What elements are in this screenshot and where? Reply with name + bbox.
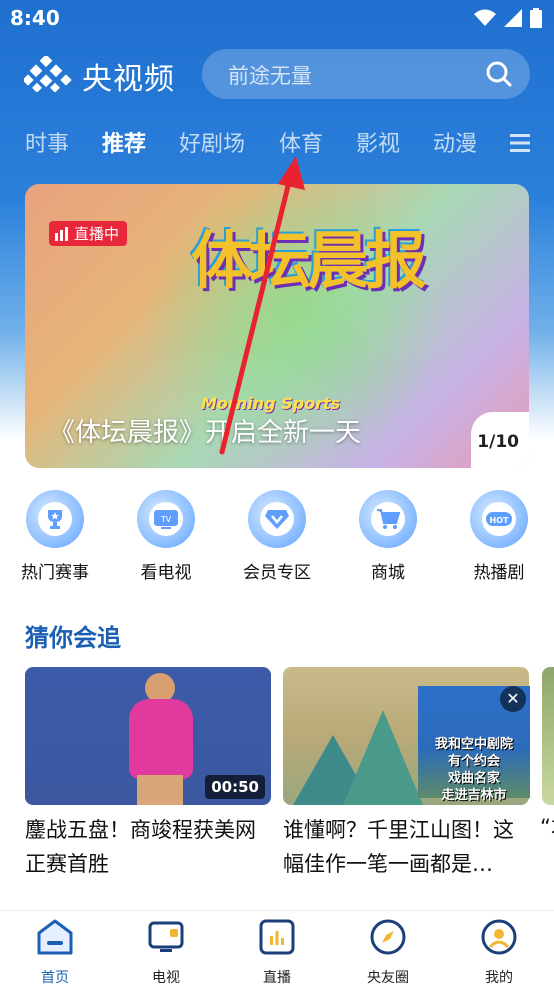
banner-caption: 《体坛晨报》开启全新一天 — [49, 418, 362, 448]
wifi-icon — [474, 9, 496, 26]
shortcut-hot-drama[interactable]: HOT 热播剧 — [444, 490, 554, 583]
shortcut-row: 热门赛事 TV 看电视 会员专区 商城 HOT 热播剧 — [0, 490, 554, 590]
search-placeholder: 前途无量 — [228, 64, 312, 88]
painting-mountain — [343, 710, 423, 805]
pager-text: 1/10 — [477, 432, 519, 452]
signal-icon — [504, 9, 522, 27]
nav-label: 我的 — [485, 970, 513, 984]
hot-badge: HOT — [490, 516, 509, 525]
tab-recommend[interactable]: 推荐 — [102, 126, 146, 158]
nav-tv[interactable]: 电视 — [121, 919, 211, 984]
close-icon[interactable]: ✕ — [500, 686, 526, 712]
ad-line: 走进吉林市 — [441, 788, 507, 803]
ad-line: 戏曲名家 — [447, 771, 500, 786]
ad-line: 我和空中剧院 — [434, 737, 513, 752]
section-title: 猜你会追 — [25, 624, 121, 652]
video-duration: 00:50 — [205, 775, 265, 799]
bottom-navigation: 首页 电视 直播 央友圈 我的 — [0, 910, 554, 984]
nav-friends-circle[interactable]: 央友圈 — [343, 919, 433, 984]
status-icons — [474, 8, 542, 28]
search-input[interactable]: 前途无量 — [202, 49, 530, 99]
shortcut-vip-zone[interactable]: 会员专区 — [222, 490, 332, 583]
tv-icon: TV — [137, 490, 195, 548]
shortcut-label: 看电视 — [140, 563, 192, 583]
shortcut-label: 会员专区 — [243, 563, 311, 583]
live-badge-label: 直播中 — [74, 225, 120, 243]
app-name: 央视频 — [82, 62, 175, 97]
nav-label: 央友圈 — [367, 970, 409, 984]
app-header: 央视频 前途无量 — [0, 46, 554, 102]
shortcut-mall[interactable]: 商城 — [333, 490, 443, 583]
banner-pager: 1/10 — [471, 412, 529, 468]
trophy-icon — [26, 490, 84, 548]
hot-flame-icon: HOT — [470, 490, 528, 548]
app-logo-icon — [24, 56, 72, 92]
tab-drama-theater[interactable]: 好剧场 — [179, 126, 245, 158]
tab-sports[interactable]: 体育 — [279, 126, 323, 158]
vip-diamond-icon — [248, 490, 306, 548]
shortcut-label: 热播剧 — [473, 563, 525, 583]
category-tabs: 时事 推荐 好剧场 体育 影视 动漫 — [0, 120, 554, 164]
video-card-partial[interactable] — [542, 667, 554, 805]
live-badge: 直播中 — [49, 221, 128, 246]
tab-shishi[interactable]: 时事 — [25, 126, 69, 158]
nav-label: 电视 — [152, 970, 180, 984]
video-thumbnail[interactable]: 00:50 — [25, 667, 271, 805]
show-logo-art: 体坛晨报 — [191, 224, 427, 297]
live-icon — [259, 919, 295, 955]
video-title-partial[interactable]: “才 — [540, 810, 554, 844]
video-title[interactable]: 谁懂啊？千里江山图！这幅佳作一笔一画都是… — [283, 813, 533, 881]
home-icon — [37, 919, 73, 955]
tv-icon — [148, 921, 184, 952]
shortcut-label: 商城 — [371, 563, 405, 583]
nav-label: 直播 — [263, 970, 291, 984]
battery-icon — [530, 8, 542, 28]
player-figure — [129, 699, 193, 779]
live-bars-icon — [55, 226, 68, 241]
profile-icon — [481, 919, 517, 955]
menu-icon[interactable] — [510, 134, 530, 152]
compass-icon — [370, 919, 406, 955]
video-card[interactable]: 00:50 鏖战五盘！商竣程获美网正赛首胜 — [25, 667, 275, 881]
nav-label: 首页 — [41, 970, 69, 984]
shortcut-label: 热门赛事 — [21, 563, 89, 583]
status-time: 8:40 — [10, 6, 60, 30]
nav-home[interactable]: 首页 — [10, 919, 100, 984]
shortcut-hot-events[interactable]: 热门赛事 — [0, 490, 110, 583]
player-figure — [137, 775, 183, 805]
tab-film-tv[interactable]: 影视 — [356, 126, 400, 158]
shopping-cart-icon — [359, 490, 417, 548]
status-bar: 8:40 — [0, 0, 554, 38]
shortcut-watch-tv[interactable]: TV 看电视 — [111, 490, 221, 583]
ad-text: 我和空中剧院 有个约会 戏曲名家 走进吉林市 — [422, 736, 526, 804]
tv-badge: TV — [160, 515, 172, 524]
video-title[interactable]: 鏖战五盘！商竣程获美网正赛首胜 — [25, 813, 275, 881]
tab-anime[interactable]: 动漫 — [433, 126, 477, 158]
nav-profile[interactable]: 我的 — [454, 919, 544, 984]
show-logo-subtitle: Morning Sports — [201, 394, 341, 413]
search-icon[interactable] — [486, 61, 512, 87]
ad-line: 有个约会 — [447, 754, 500, 769]
featured-banner[interactable]: 直播中 体坛晨报 Morning Sports 《体坛晨报》开启全新一天 1/1… — [25, 184, 529, 468]
nav-live[interactable]: 直播 — [232, 919, 322, 984]
